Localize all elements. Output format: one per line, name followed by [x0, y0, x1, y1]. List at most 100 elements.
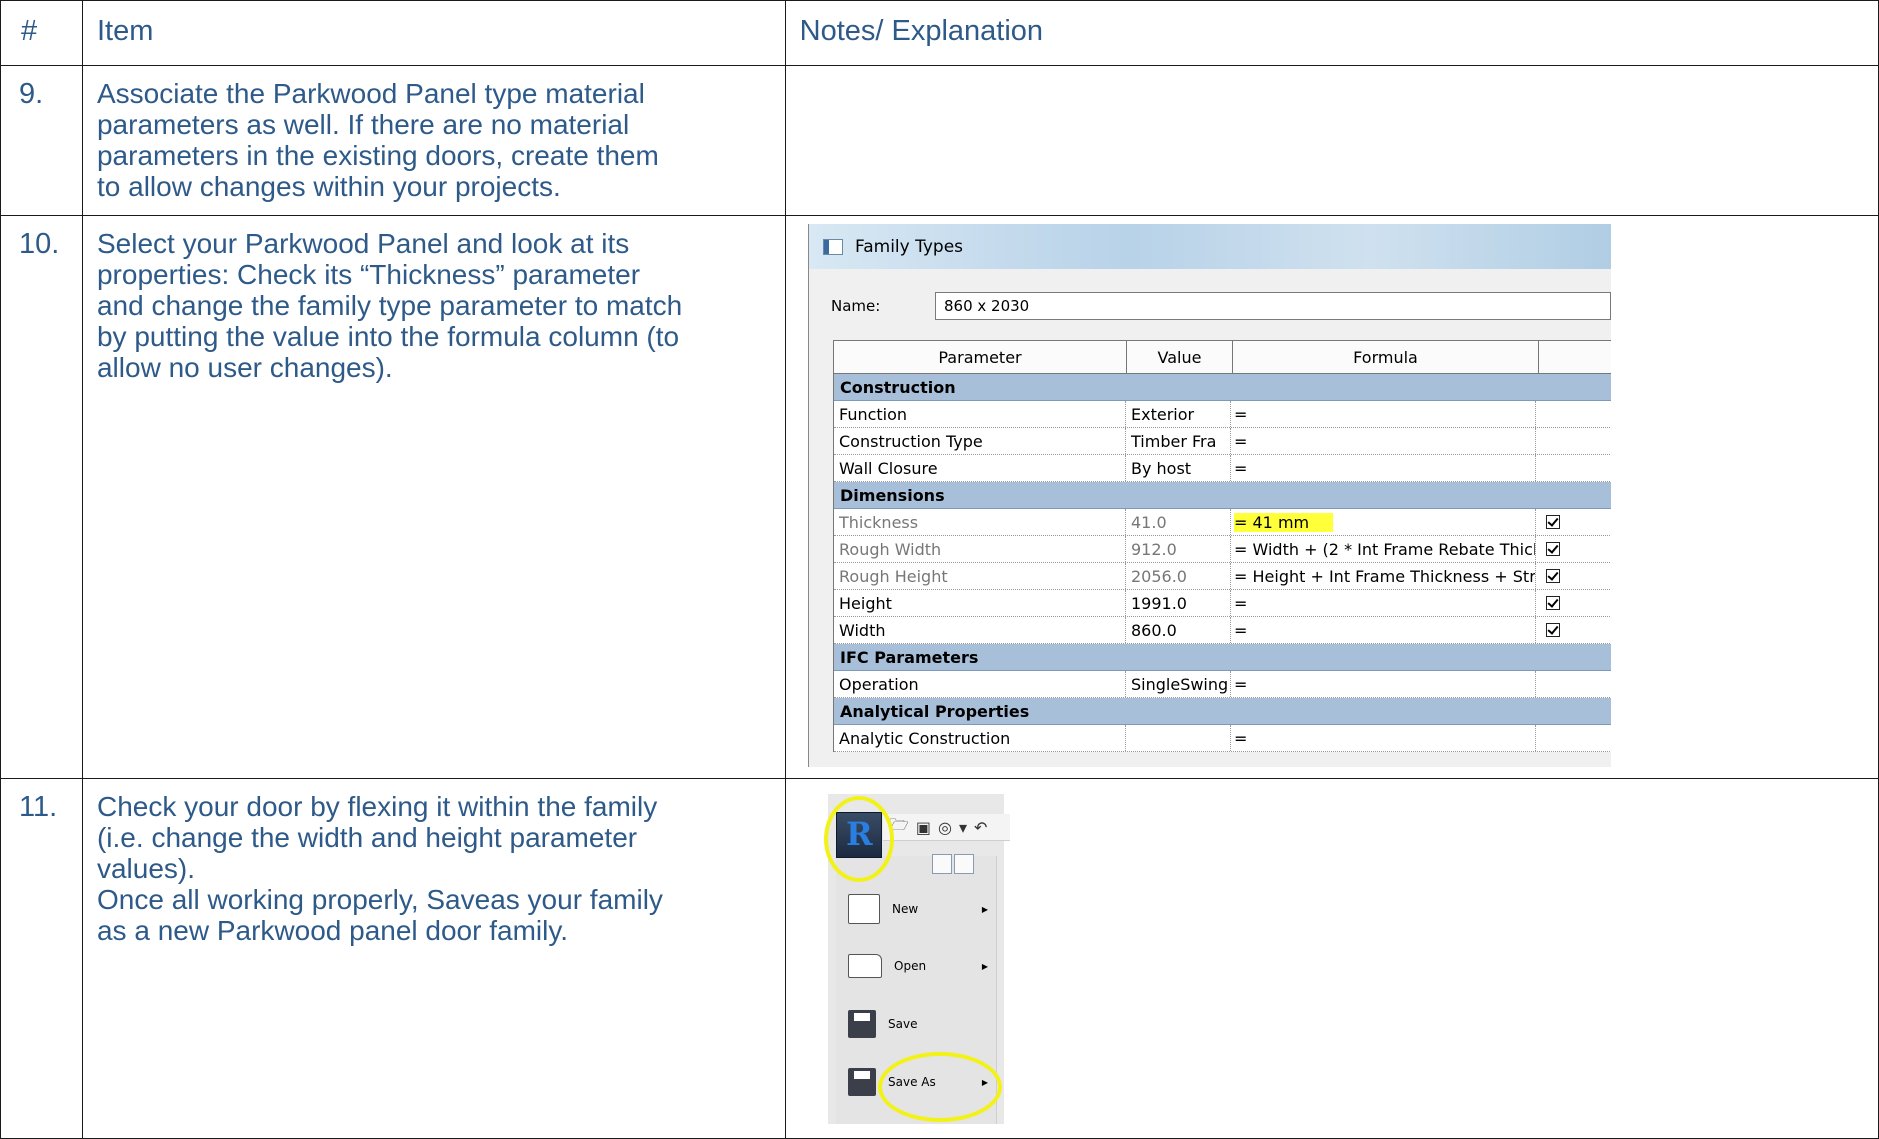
- dialog-title: Family Types: [855, 236, 964, 257]
- menu-item-open[interactable]: Open ▶: [848, 954, 988, 978]
- parameter-row[interactable]: Operation SingleSwing =: [834, 671, 1611, 698]
- parameter-name: Wall Closure: [834, 455, 1126, 481]
- parameter-name: Analytic Construction: [834, 725, 1126, 751]
- parameter-formula[interactable]: = Height + Int Frame Thickness + Stru: [1231, 563, 1536, 589]
- parameter-row[interactable]: Thickness 41.0 = 41 mm: [834, 509, 1611, 536]
- group-header[interactable]: IFC Parameters: [834, 644, 1611, 671]
- app-menu-screenshot: 🗁 ▣ ◎ ▾ ↶ R New ▶ Open ▶ Save Save As ▶: [824, 794, 1010, 1130]
- menu-item-new[interactable]: New ▶: [848, 894, 988, 924]
- menu-item-save[interactable]: Save: [848, 1010, 988, 1038]
- sync-icon[interactable]: ◎: [938, 818, 952, 837]
- formula-text: =: [1234, 404, 1248, 424]
- row-item: Check your door by flexing it within the…: [81, 778, 786, 1139]
- parameter-name: Thickness: [834, 509, 1126, 535]
- parameter-row[interactable]: Wall Closure By host =: [834, 455, 1611, 482]
- reporting-cell: [1536, 401, 1611, 427]
- parameter-row[interactable]: Rough Height 2056.0 = Height + Int Frame T…: [834, 563, 1611, 590]
- column-formula[interactable]: Formula: [1233, 341, 1539, 373]
- reporting-cell: [1536, 428, 1611, 454]
- column-value[interactable]: Value: [1127, 341, 1233, 373]
- dialog-titlebar: Family Types: [809, 224, 1611, 269]
- parameter-formula[interactable]: =: [1231, 671, 1536, 697]
- parameter-row[interactable]: Height 1991.0 =: [834, 590, 1611, 617]
- quick-access-toolbar: 🗁 ▣ ◎ ▾ ↶: [883, 814, 1010, 841]
- formula-text: =: [1234, 593, 1248, 613]
- parameter-formula[interactable]: =: [1231, 725, 1536, 751]
- menu-item-label: New: [892, 902, 919, 916]
- save-as-icon: [848, 1068, 876, 1096]
- parameter-formula[interactable]: =: [1231, 617, 1536, 643]
- parameter-value[interactable]: 41.0: [1126, 509, 1231, 535]
- reporting-cell: [1536, 455, 1611, 481]
- parameter-value[interactable]: Exterior: [1126, 401, 1231, 427]
- row-number: 11.: [0, 778, 83, 1139]
- formula-text: =: [1234, 728, 1248, 748]
- reporting-cell: [1536, 509, 1611, 535]
- parameter-name: Height: [834, 590, 1126, 616]
- highlight-circle: [878, 1052, 1002, 1122]
- new-document-icon: [848, 894, 880, 924]
- parameter-value[interactable]: By host: [1126, 455, 1231, 481]
- parameter-name: Function: [834, 401, 1126, 427]
- formula-text: =: [1234, 620, 1248, 640]
- parameter-formula[interactable]: =: [1231, 428, 1536, 454]
- parameter-value[interactable]: 860.0: [1126, 617, 1231, 643]
- parameter-value[interactable]: [1126, 725, 1231, 751]
- name-row: Name: 860 x 2030: [809, 283, 1611, 329]
- parameter-name: Width: [834, 617, 1126, 643]
- parameter-formula[interactable]: =: [1231, 455, 1536, 481]
- parameter-row[interactable]: Analytic Construction =: [834, 725, 1611, 752]
- row-item: Select your Parkwood Panel and look at i…: [81, 215, 786, 779]
- recent-documents-icon[interactable]: [932, 854, 952, 874]
- parameter-row[interactable]: Rough Width 912.0 = Width + (2 * Int Frame…: [834, 536, 1611, 563]
- row-number: 10.: [0, 215, 83, 779]
- formula-text: =: [1234, 431, 1248, 451]
- parameter-formula[interactable]: =: [1231, 590, 1536, 616]
- table-header-row: # Item Notes/ Explanation: [0, 0, 1879, 66]
- column-parameter[interactable]: Parameter: [834, 341, 1127, 373]
- parameter-row[interactable]: Function Exterior =: [834, 401, 1611, 428]
- grid-header: Parameter Value Formula: [834, 341, 1611, 374]
- name-select[interactable]: 860 x 2030: [935, 292, 1611, 320]
- reporting-cell: [1536, 671, 1611, 697]
- row-item: Associate the Parkwood Panel type materi…: [81, 65, 786, 216]
- parameter-formula[interactable]: = Width + (2 * Int Frame Rebate Thick: [1231, 536, 1536, 562]
- dropdown-icon[interactable]: ▾: [959, 818, 967, 837]
- row-notes: [784, 65, 1879, 216]
- reporting-cell: [1536, 536, 1611, 562]
- parameter-value[interactable]: 912.0: [1126, 536, 1231, 562]
- group-header[interactable]: Construction: [834, 374, 1611, 401]
- open-folder-icon: [848, 954, 882, 978]
- save-icon[interactable]: ▣: [916, 818, 931, 837]
- reporting-cell: [1536, 725, 1611, 751]
- parameter-row[interactable]: Construction Type Timber Fra =: [834, 428, 1611, 455]
- parameter-value[interactable]: 2056.0: [1126, 563, 1231, 589]
- formula-text: =: [1234, 458, 1248, 478]
- parameter-value[interactable]: Timber Fra: [1126, 428, 1231, 454]
- group-header[interactable]: Dimensions: [834, 482, 1611, 509]
- reporting-cell: [1536, 590, 1611, 616]
- column-lock[interactable]: [1539, 341, 1611, 373]
- parameter-name: Operation: [834, 671, 1126, 697]
- checkbox-checked-icon[interactable]: [1546, 569, 1560, 583]
- row-number: 9.: [0, 65, 83, 216]
- formula-text: = Width + (2 * Int Frame Rebate Thick: [1234, 539, 1536, 559]
- checkbox-checked-icon[interactable]: [1546, 623, 1560, 637]
- open-documents-icon[interactable]: [954, 854, 974, 874]
- parameter-formula[interactable]: = 41 mm: [1231, 509, 1536, 535]
- parameter-name: Rough Height: [834, 563, 1126, 589]
- submenu-arrow-icon: ▶: [981, 904, 988, 914]
- parameter-name: Rough Width: [834, 536, 1126, 562]
- group-header[interactable]: Analytical Properties: [834, 698, 1611, 725]
- parameter-value[interactable]: 1991.0: [1126, 590, 1231, 616]
- parameter-value[interactable]: SingleSwing: [1126, 671, 1231, 697]
- checkbox-checked-icon[interactable]: [1546, 596, 1560, 610]
- parameter-formula[interactable]: =: [1231, 401, 1536, 427]
- checkbox-checked-icon[interactable]: [1546, 542, 1560, 556]
- menu-item-label: Save: [888, 1017, 918, 1031]
- undo-icon[interactable]: ↶: [974, 818, 987, 837]
- formula-text: =: [1234, 674, 1248, 694]
- view-toggle-icons: [932, 854, 974, 874]
- parameter-row[interactable]: Width 860.0 =: [834, 617, 1611, 644]
- checkbox-checked-icon[interactable]: [1546, 515, 1560, 529]
